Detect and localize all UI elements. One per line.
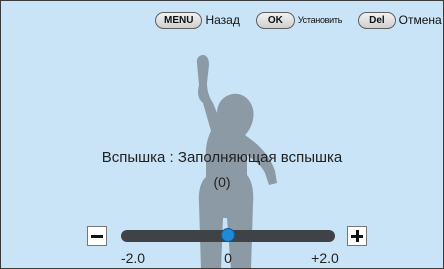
decrease-button[interactable] [87, 226, 107, 246]
set-label: Установить [297, 15, 343, 25]
slider-max-label: +2.0 [311, 250, 339, 266]
flash-value-readout: (0) [213, 174, 231, 190]
camera-screen: MENU Назад OK Установить Del Отмена Вспы… [0, 0, 444, 269]
flash-mode-title: Вспышка : Заполняющая вспышка [101, 149, 343, 166]
menu-hint[interactable]: MENU Назад [155, 11, 240, 29]
del-hint[interactable]: Del Отмена [358, 11, 442, 29]
top-hint-bar: MENU Назад OK Установить Del Отмена [147, 9, 442, 31]
slider-thumb[interactable] [221, 228, 235, 242]
del-key[interactable]: Del [358, 11, 396, 29]
slider-min-label: -2.0 [120, 250, 146, 266]
back-label: Назад [205, 13, 240, 27]
ok-key[interactable]: OK [255, 11, 295, 29]
ok-hint[interactable]: OK Установить [255, 11, 343, 29]
increase-button[interactable] [347, 226, 367, 246]
slider-mid-label: 0 [224, 250, 232, 266]
menu-key[interactable]: MENU [155, 11, 203, 29]
cancel-label: Отмена [398, 13, 442, 27]
